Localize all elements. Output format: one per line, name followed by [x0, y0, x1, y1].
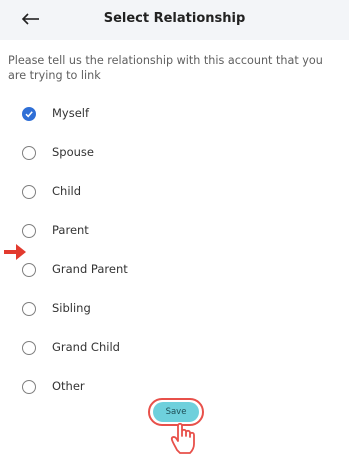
- tap-hand-icon: [168, 418, 204, 460]
- option-label: Grand Child: [52, 340, 120, 354]
- option-sibling[interactable]: Sibling: [14, 291, 344, 327]
- option-myself[interactable]: Myself: [14, 96, 344, 132]
- option-label: Sibling: [52, 301, 91, 315]
- option-parent[interactable]: Parent: [14, 213, 344, 249]
- option-grand-child[interactable]: Grand Child: [14, 330, 344, 366]
- radio-unchecked-icon[interactable]: [22, 224, 36, 238]
- instruction-text: Please tell us the relationship with thi…: [8, 54, 323, 82]
- radio-unchecked-icon[interactable]: [22, 263, 36, 277]
- radio-checked-icon[interactable]: [22, 107, 36, 121]
- option-label: Other: [52, 379, 85, 393]
- option-label: Grand Parent: [52, 262, 128, 276]
- option-label: Spouse: [52, 145, 94, 159]
- option-child[interactable]: Child: [14, 174, 344, 210]
- radio-unchecked-icon[interactable]: [22, 341, 36, 355]
- radio-unchecked-icon[interactable]: [22, 302, 36, 316]
- option-spouse[interactable]: Spouse: [14, 135, 344, 171]
- radio-unchecked-icon[interactable]: [22, 146, 36, 160]
- radio-unchecked-icon[interactable]: [22, 185, 36, 199]
- option-label: Myself: [52, 106, 90, 120]
- page-title: Select Relationship: [103, 11, 246, 26]
- radio-unchecked-icon[interactable]: [22, 380, 36, 394]
- option-label: Child: [52, 184, 82, 198]
- header-bar: Select Relationship: [0, 0, 349, 40]
- option-grand-parent[interactable]: Grand Parent: [14, 252, 344, 288]
- option-label: Parent: [52, 223, 89, 237]
- red-pointer-arrow-icon: [4, 243, 28, 265]
